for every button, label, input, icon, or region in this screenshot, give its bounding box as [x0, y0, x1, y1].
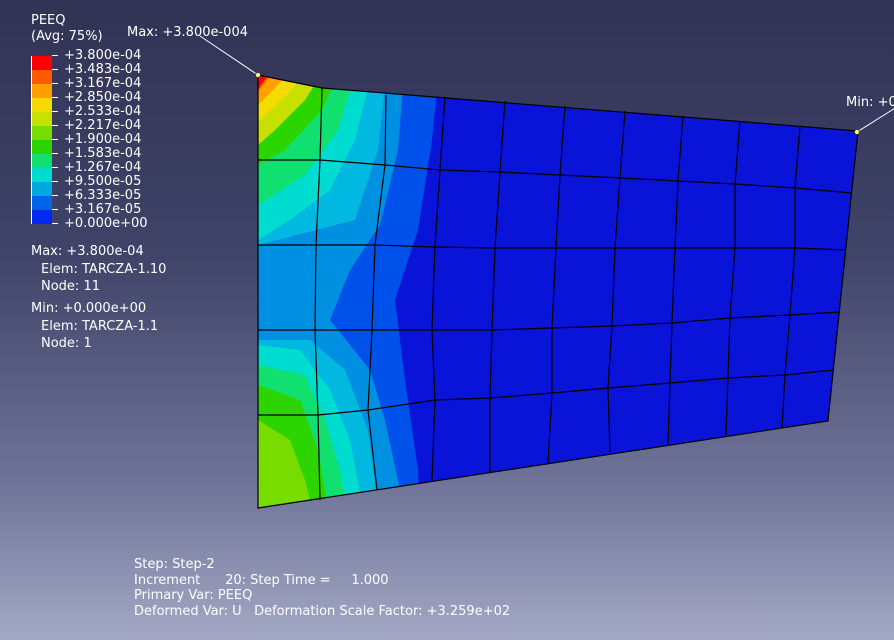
max-annotation: Max: +3.800e-004: [127, 25, 261, 78]
max-annotation-label: Max: +3.800e-004: [127, 25, 248, 40]
primary-var-text: Primary Var: PEEQ: [134, 588, 253, 603]
step-name-text: Step: Step-2: [134, 557, 215, 572]
deformed-var-text: Deformed Var: U Deformation Scale Factor…: [134, 603, 511, 619]
step-status-block: Step: Step-2 Increment 20: Step Time = 1…: [134, 557, 510, 619]
min-annotation-label: Min: +0.000e+00: [846, 95, 894, 110]
contour-plot: [258, 75, 858, 508]
model-viewport[interactable]: Max: +3.800e-004 Min: +0.000e+00: [0, 0, 894, 640]
min-node-marker: [854, 129, 860, 135]
increment-text: Increment 20: Step Time = 1.000: [134, 572, 389, 588]
max-node-marker: [255, 72, 261, 78]
min-annotation: Min: +0.000e+00: [846, 95, 894, 135]
